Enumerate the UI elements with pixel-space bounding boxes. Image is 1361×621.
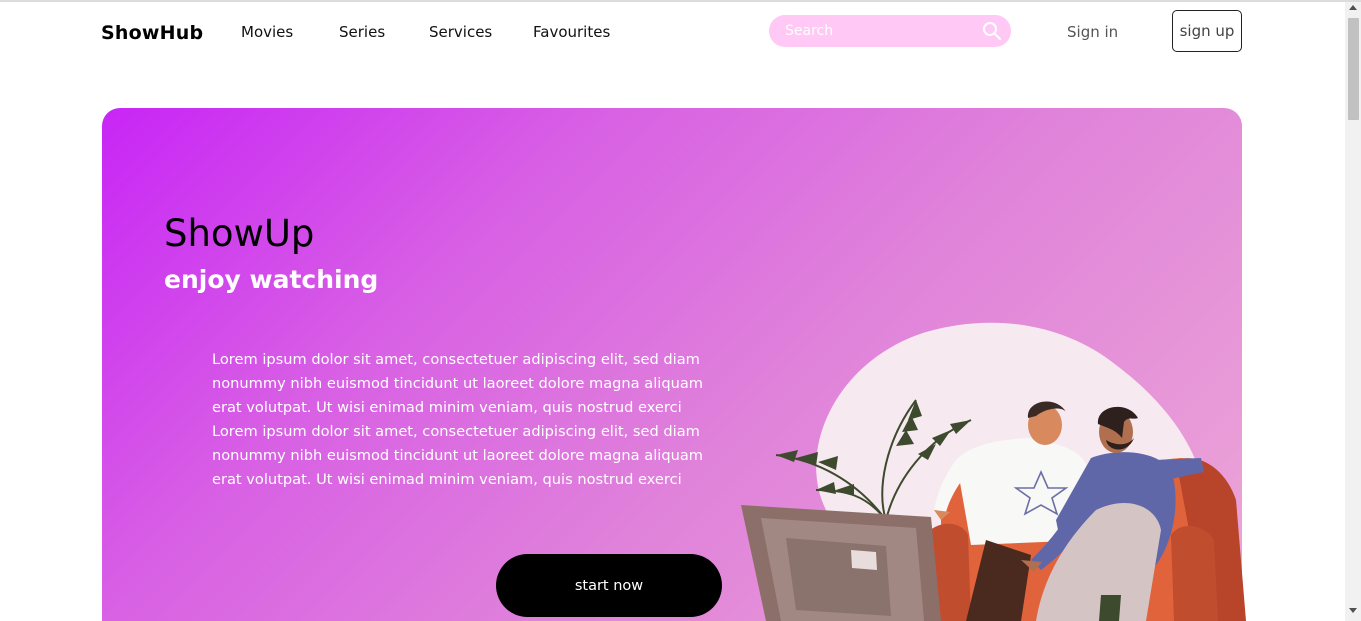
scroll-thumb[interactable] <box>1348 18 1359 120</box>
start-now-button[interactable]: start now <box>496 554 722 617</box>
couch-watching-illustration <box>741 322 1246 621</box>
sign-in-link[interactable]: Sign in <box>1067 23 1118 41</box>
logo[interactable]: ShowHub <box>101 22 203 44</box>
scroll-down-arrow-icon[interactable] <box>1349 608 1357 613</box>
page-scrollbar[interactable] <box>1345 2 1361 621</box>
search-input[interactable] <box>785 21 975 41</box>
search-bar <box>769 15 1011 47</box>
scroll-up-arrow-icon[interactable] <box>1349 5 1357 10</box>
nav-movies[interactable]: Movies <box>241 23 293 41</box>
hero-description: Lorem ipsum dolor sit amet, consectetuer… <box>212 351 703 488</box>
nav-series[interactable]: Series <box>339 23 385 41</box>
hero-subtitle: enjoy watching <box>164 265 379 294</box>
site-header: ShowHub Movies Series Services Favourite… <box>0 2 1345 62</box>
nav-favourites[interactable]: Favourites <box>533 23 610 41</box>
hero-title: ShowUp <box>164 212 315 255</box>
nav-services[interactable]: Services <box>429 23 492 41</box>
sign-up-button[interactable]: sign up <box>1172 10 1242 52</box>
search-icon[interactable] <box>982 21 1002 41</box>
